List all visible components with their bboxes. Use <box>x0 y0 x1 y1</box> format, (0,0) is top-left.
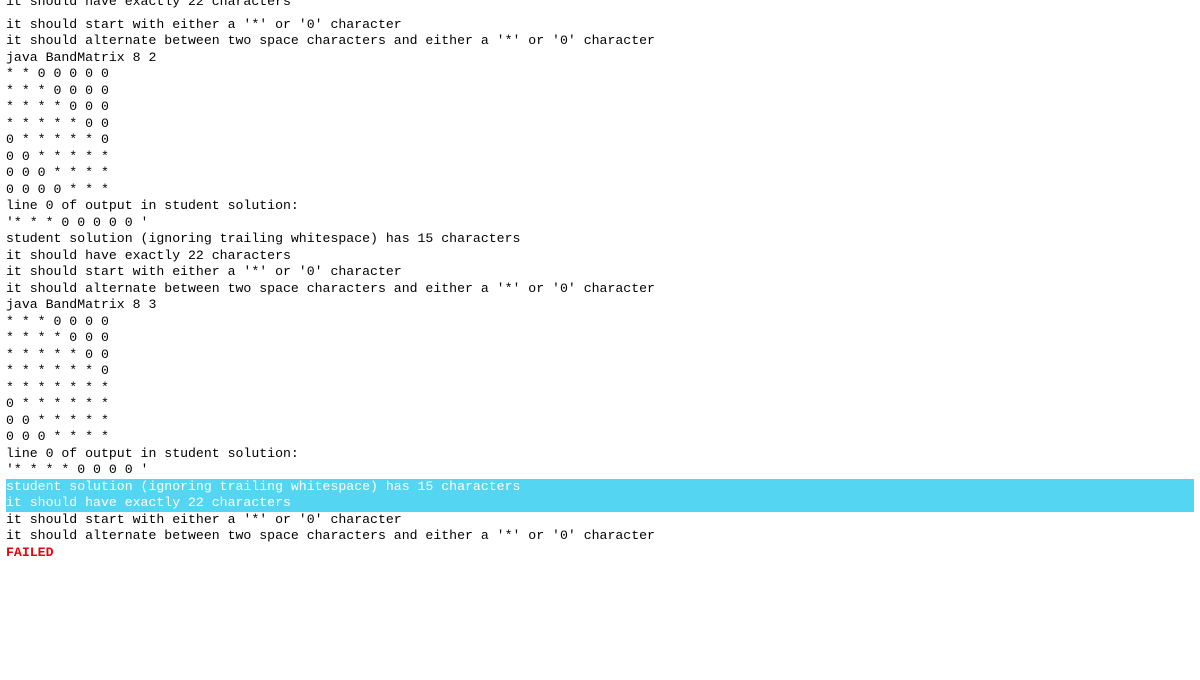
console-line: 0 0 * * * * * <box>6 413 1194 430</box>
console-line: * * * 0 0 0 0 <box>6 314 1194 331</box>
console-line: java BandMatrix 8 2 <box>6 50 1194 67</box>
console-line: 0 * * * * * 0 <box>6 132 1194 149</box>
console-line: FAILED <box>6 545 1194 562</box>
console-output[interactable]: it should have exactly 22 charactersit s… <box>0 0 1200 561</box>
console-line: it should have exactly 22 characters <box>6 0 1194 11</box>
console-line: '* * * 0 0 0 0 0 ' <box>6 215 1194 232</box>
console-line: * * * 0 0 0 0 <box>6 83 1194 100</box>
console-line: 0 0 0 * * * * <box>6 165 1194 182</box>
console-line: * * 0 0 0 0 0 <box>6 66 1194 83</box>
console-line: it should alternate between two space ch… <box>6 33 1194 50</box>
console-line: * * * * * * * <box>6 380 1194 397</box>
console-line: * * * * 0 0 0 <box>6 99 1194 116</box>
console-line: * * * * 0 0 0 <box>6 330 1194 347</box>
console-line: it should have exactly 22 characters <box>6 248 1194 265</box>
console-line: * * * * * 0 0 <box>6 347 1194 364</box>
console-line: it should alternate between two space ch… <box>6 528 1194 545</box>
console-line[interactable]: student solution (ignoring trailing whit… <box>6 479 1194 496</box>
console-line: '* * * * 0 0 0 0 ' <box>6 462 1194 479</box>
console-line: it should start with either a '*' or '0'… <box>6 17 1194 34</box>
console-line: it should start with either a '*' or '0'… <box>6 264 1194 281</box>
console-line: 0 0 * * * * * <box>6 149 1194 166</box>
console-line: java BandMatrix 8 3 <box>6 297 1194 314</box>
console-line: 0 0 0 0 * * * <box>6 182 1194 199</box>
console-line: it should start with either a '*' or '0'… <box>6 512 1194 529</box>
console-line: it should alternate between two space ch… <box>6 281 1194 298</box>
console-line: line 0 of output in student solution: <box>6 446 1194 463</box>
console-line: line 0 of output in student solution: <box>6 198 1194 215</box>
console-line: * * * * * * 0 <box>6 363 1194 380</box>
console-line: student solution (ignoring trailing whit… <box>6 231 1194 248</box>
console-line: 0 0 0 * * * * <box>6 429 1194 446</box>
console-line: * * * * * 0 0 <box>6 116 1194 133</box>
console-line[interactable]: it should have exactly 22 characters <box>6 495 1194 512</box>
console-line: 0 * * * * * * <box>6 396 1194 413</box>
